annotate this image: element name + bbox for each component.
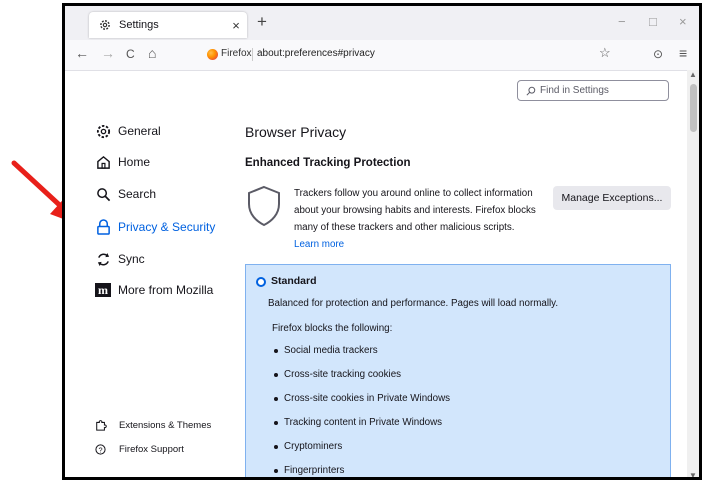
sidebar-footer-label: Firefox Support — [119, 444, 184, 455]
lock-icon — [95, 219, 111, 235]
menu-button[interactable]: ≡ — [679, 45, 687, 61]
help-icon: ? — [95, 444, 109, 455]
shield-icon — [248, 185, 280, 227]
svg-text:m: m — [98, 283, 108, 297]
list-item: Cryptominers — [274, 441, 342, 452]
close-tab-icon[interactable]: × — [227, 18, 245, 33]
sidebar-item-privacy-security[interactable]: Privacy & Security — [95, 219, 215, 235]
sidebar-item-label: Home — [118, 155, 151, 169]
tab-settings[interactable]: Settings × — [89, 12, 247, 38]
reload-button[interactable]: C — [126, 47, 135, 61]
page-title: Browser Privacy — [245, 124, 347, 140]
sync-icon — [95, 251, 111, 267]
svg-text:?: ? — [98, 445, 102, 454]
search-placeholder: Find in Settings — [540, 85, 609, 96]
sidebar-item-label: Search — [118, 187, 157, 201]
standard-protection-panel[interactable]: Standard Balanced for protection and per… — [245, 264, 671, 477]
etp-heading: Enhanced Tracking Protection — [245, 157, 411, 169]
page-scrollbar[interactable]: ▲ ▼ — [687, 70, 699, 477]
settings-search-input[interactable]: Find in Settings — [517, 80, 669, 101]
search-icon — [526, 86, 536, 96]
list-item: Fingerprinters — [274, 465, 344, 476]
new-tab-button[interactable]: + — [257, 12, 267, 32]
standard-radio[interactable] — [256, 277, 266, 287]
sidebar-item-search[interactable]: Search — [95, 186, 156, 202]
scroll-up-icon[interactable]: ▲ — [689, 70, 697, 79]
sidebar-item-label: Sync — [118, 252, 145, 266]
forward-button[interactable]: → — [101, 45, 115, 61]
maximize-button[interactable]: □ — [649, 14, 657, 29]
minimize-button[interactable]: − — [618, 14, 626, 29]
sidebar-item-home[interactable]: Home — [95, 154, 150, 170]
mozilla-m-icon: m — [95, 282, 111, 298]
manage-exceptions-button[interactable]: Manage Exceptions... — [553, 186, 671, 210]
url-separator — [252, 48, 253, 61]
gear-icon — [99, 19, 113, 31]
sidebar-item-sync[interactable]: Sync — [95, 251, 145, 267]
browser-window: Settings × + − □ × ← → C ⌂ Firefox about… — [62, 3, 702, 480]
firefox-logo-icon — [207, 49, 218, 60]
close-window-button[interactable]: × — [679, 14, 687, 29]
sidebar-item-firefox-support[interactable]: ? Firefox Support — [95, 444, 184, 455]
list-item: Cross-site cookies in Private Windows — [274, 393, 450, 404]
standard-label: Standard — [271, 275, 317, 287]
sidebar-item-label: More from Mozilla — [118, 283, 214, 297]
list-item: Social media trackers — [274, 345, 378, 356]
standard-description: Balanced for protection and performance.… — [268, 298, 559, 309]
scroll-thumb[interactable] — [690, 84, 697, 132]
pocket-icon[interactable]: ⊙ — [653, 47, 663, 61]
url-bar[interactable]: about:preferences#privacy — [257, 48, 375, 59]
tab-strip: Settings × + − □ × — [65, 6, 699, 40]
back-button[interactable]: ← — [75, 45, 89, 61]
blocks-heading: Firefox blocks the following: — [272, 323, 393, 334]
home-button[interactable]: ⌂ — [148, 45, 156, 61]
nav-toolbar: ← → C ⌂ Firefox about:preferences#privac… — [65, 40, 699, 71]
search-icon — [95, 186, 111, 202]
identity-label: Firefox — [221, 48, 252, 59]
sidebar-footer-label: Extensions & Themes — [119, 419, 212, 431]
tab-title: Settings — [119, 19, 159, 31]
sidebar-item-extensions-themes[interactable]: Extensions & Themes — [95, 419, 211, 431]
etp-description: Trackers follow you around online to col… — [294, 188, 536, 233]
gear-icon — [95, 123, 111, 139]
sidebar-item-label: Privacy & Security — [118, 220, 216, 234]
scroll-down-icon[interactable]: ▼ — [689, 471, 697, 477]
puzzle-icon — [95, 419, 109, 431]
list-item: Cross-site tracking cookies — [274, 369, 401, 380]
sidebar-item-general[interactable]: General — [95, 123, 161, 139]
learn-more-link[interactable]: Learn more — [294, 239, 344, 250]
bookmark-star-icon[interactable]: ☆ — [599, 45, 611, 61]
list-item: Tracking content in Private Windows — [274, 417, 442, 428]
home-icon — [95, 154, 111, 170]
sidebar-item-more-from-mozilla[interactable]: m More from Mozilla — [95, 282, 213, 298]
sidebar-item-label: General — [118, 124, 161, 138]
